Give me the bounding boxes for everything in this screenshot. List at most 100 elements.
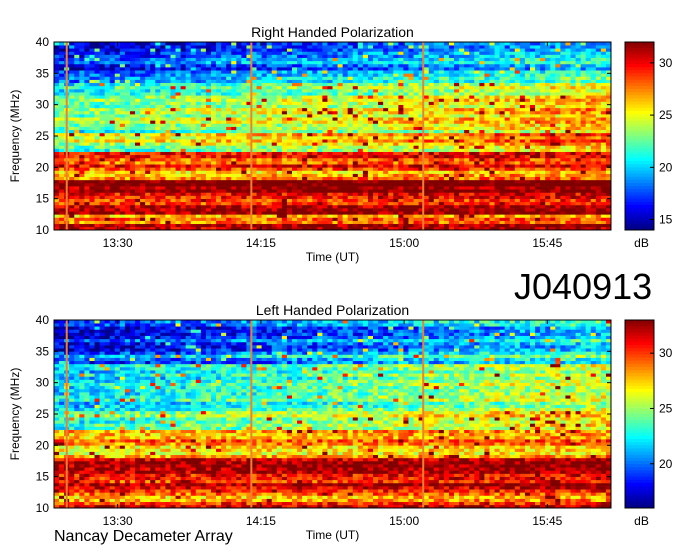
heatmap-cell [271,214,278,218]
heatmap-cell [109,123,116,127]
heatmap-cell [160,120,166,124]
heatmap-cell [337,189,344,193]
heatmap-cell [499,132,506,137]
heatmap-cell [383,120,389,124]
heatmap-cell [332,208,338,212]
heatmap-cell [555,220,561,225]
heatmap-cell [479,95,485,99]
heatmap-cell [271,114,278,118]
heatmap-cell [124,170,131,174]
heatmap-cell [104,217,111,221]
heatmap-cell [600,126,607,131]
heatmap-cell [291,176,298,181]
heatmap-cell [195,92,202,96]
heatmap-cell [393,179,399,184]
heatmap-cell [555,189,561,193]
heatmap-cell [393,132,399,137]
heatmap-cell [297,195,303,199]
heatmap-cell [195,136,202,140]
heatmap-cell [79,145,85,149]
heatmap-cell [600,110,607,115]
heatmap-cell [342,170,349,174]
heatmap-cell [89,183,95,187]
heatmap-cell [89,220,95,225]
heatmap-cell [454,126,460,131]
heatmap-cell [160,85,166,90]
heatmap-cell [332,136,338,140]
heatmap-cell [565,120,571,124]
heatmap-cell [474,136,480,140]
heatmap-cell [200,85,207,90]
heatmap-cell [119,201,126,206]
heatmap-cell [560,139,566,143]
heatmap-cell [423,211,430,215]
heatmap-cell [210,164,217,168]
heatmap-cell [236,132,242,137]
heatmap-cell [459,223,465,228]
heatmap-cell [312,204,318,209]
heatmap-cell [413,114,419,118]
heatmap-cell [479,89,485,93]
heatmap-cell [286,85,293,90]
heatmap-cell [393,89,399,93]
heatmap-cell [570,101,576,105]
heatmap-cell [423,148,430,152]
heatmap-cell [291,129,298,134]
heatmap-cell [190,120,197,124]
heatmap-cell [99,198,106,203]
heatmap-cell [54,204,60,209]
heatmap-cell [276,192,283,196]
heatmap-cell [200,142,207,146]
heatmap-cell [438,161,445,165]
heatmap-cell [119,223,126,228]
heatmap-cell [226,114,232,118]
heatmap-cell [297,110,303,115]
heatmap-cell [570,148,576,152]
heatmap-cell [302,192,308,196]
heatmap-cell [210,139,217,143]
heatmap-cell [312,195,318,199]
heatmap-cell [428,98,435,102]
heatmap-cell [165,129,171,134]
heatmap-cell [600,145,607,149]
heatmap-cell [383,220,389,225]
heatmap-cell [347,223,354,228]
heatmap-cell [170,223,176,228]
heatmap-cell [281,173,288,178]
heatmap-cell [297,89,303,93]
heatmap-cell [403,198,409,203]
heatmap-cell [317,98,323,102]
heatmap-cell [180,186,187,190]
heatmap-cell [221,201,227,206]
heatmap-cell [590,173,597,178]
heatmap-cell [484,110,490,115]
heatmap-cell [216,85,222,90]
heatmap-cell [231,189,237,193]
heatmap-cell [297,192,303,196]
heatmap-cell [494,186,500,190]
heatmap-cell [388,179,394,184]
heatmap-cell [560,104,566,109]
heatmap-cell [190,201,197,206]
heatmap-cell [200,211,207,215]
heatmap-cell [443,145,450,149]
heatmap-cell [135,208,141,212]
heatmap-cell [256,151,263,156]
heatmap-cell [373,104,379,109]
heatmap-cell [145,217,151,221]
heatmap-cell [89,110,95,115]
heatmap-cell [195,142,202,146]
heatmap-cell [373,89,379,93]
heatmap-cell [347,114,354,118]
heatmap-cell [271,211,278,215]
heatmap-cell [464,214,470,218]
heatmap-cell [367,173,374,178]
heatmap-cell [357,223,364,228]
heatmap-cell [590,195,597,199]
heatmap-cell [590,145,597,149]
heatmap-cell [94,214,100,218]
heatmap-cell [540,179,546,184]
heatmap-cell [312,179,318,184]
heatmap-cell [145,126,151,131]
heatmap-cell [99,148,106,152]
